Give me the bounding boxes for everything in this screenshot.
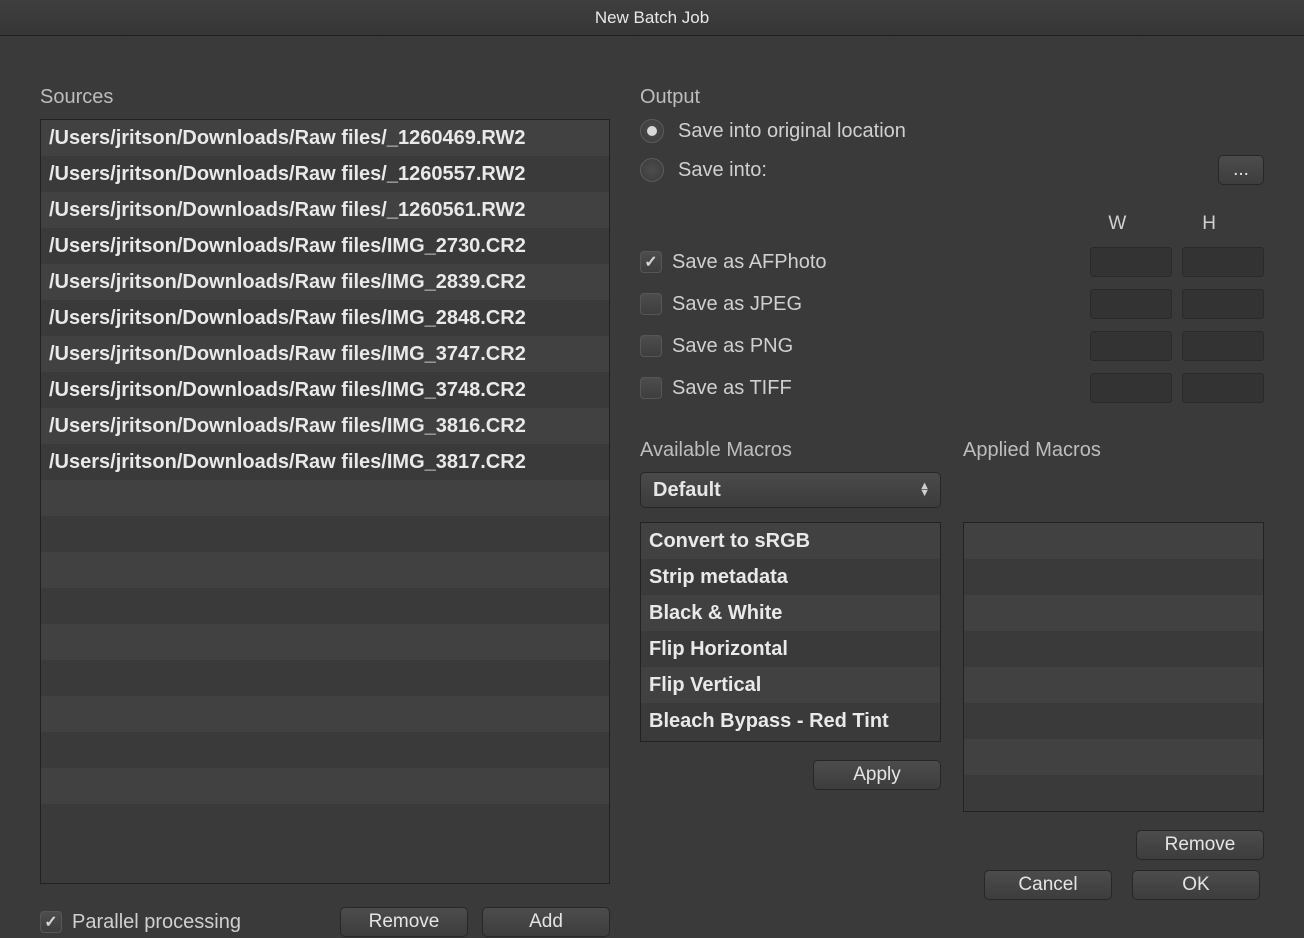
available-macro-item[interactable]: Convert to sRGB (641, 523, 940, 559)
checkmark-icon (640, 251, 662, 273)
height-input[interactable] (1182, 373, 1264, 403)
available-macro-item[interactable]: Flip Vertical (641, 667, 940, 703)
width-input[interactable] (1090, 373, 1172, 403)
source-file-row[interactable]: /Users/jritson/Downloads/Raw files/_1260… (41, 192, 609, 228)
source-file-row[interactable] (41, 552, 609, 588)
available-macros-list[interactable]: Convert to sRGBStrip metadataBlack & Whi… (640, 522, 941, 742)
source-file-row[interactable] (41, 516, 609, 552)
format-checkbox[interactable]: Save as AFPhoto (640, 251, 827, 274)
source-file-row[interactable] (41, 588, 609, 624)
applied-macro-item[interactable] (964, 595, 1263, 631)
radio-selected-icon (640, 119, 664, 143)
width-header: W (1108, 213, 1126, 235)
height-input[interactable] (1182, 289, 1264, 319)
source-file-row[interactable]: /Users/jritson/Downloads/Raw files/IMG_3… (41, 336, 609, 372)
checkbox-icon (640, 335, 662, 357)
available-macros-label: Available Macros (640, 439, 941, 462)
format-row: Save as PNG (640, 325, 1264, 367)
height-input[interactable] (1182, 331, 1264, 361)
ok-button[interactable]: OK (1132, 870, 1260, 900)
format-checkbox[interactable]: Save as PNG (640, 335, 793, 358)
macro-group-selected: Default (653, 479, 721, 502)
source-file-row[interactable] (41, 732, 609, 768)
macro-group-select[interactable]: Default ▲▼ (640, 472, 941, 508)
sources-label: Sources (40, 86, 610, 109)
format-label: Save as JPEG (672, 293, 802, 316)
source-file-row[interactable]: /Users/jritson/Downloads/Raw files/_1260… (41, 156, 609, 192)
applied-macro-item[interactable] (964, 739, 1263, 775)
available-macro-item[interactable]: Flip Horizontal (641, 631, 940, 667)
source-file-row[interactable]: /Users/jritson/Downloads/Raw files/IMG_3… (41, 408, 609, 444)
format-label: Save as TIFF (672, 377, 792, 400)
source-file-row[interactable] (41, 696, 609, 732)
width-input[interactable] (1090, 247, 1172, 277)
source-file-row[interactable]: /Users/jritson/Downloads/Raw files/IMG_2… (41, 264, 609, 300)
output-label: Output (640, 86, 1264, 109)
remove-macro-button[interactable]: Remove (1136, 830, 1264, 860)
checkbox-icon (640, 293, 662, 315)
source-file-row[interactable]: /Users/jritson/Downloads/Raw files/IMG_2… (41, 300, 609, 336)
applied-macro-item[interactable] (964, 631, 1263, 667)
cancel-button[interactable]: Cancel (984, 870, 1112, 900)
height-input[interactable] (1182, 247, 1264, 277)
save-original-radio[interactable]: Save into original location (640, 119, 1264, 143)
format-row: Save as JPEG (640, 283, 1264, 325)
checkmark-icon (40, 911, 62, 933)
window-titlebar: New Batch Job (0, 0, 1304, 36)
applied-macro-item[interactable] (964, 667, 1263, 703)
format-row: Save as AFPhoto (640, 241, 1264, 283)
source-file-row[interactable] (41, 660, 609, 696)
applied-macros-label: Applied Macros (963, 439, 1264, 462)
width-input[interactable] (1090, 289, 1172, 319)
source-file-row[interactable]: /Users/jritson/Downloads/Raw files/IMG_3… (41, 444, 609, 480)
format-label: Save as PNG (672, 335, 793, 358)
window-title: New Batch Job (595, 8, 709, 28)
sources-add-button[interactable]: Add (482, 907, 610, 937)
apply-macro-button[interactable]: Apply (813, 760, 941, 790)
save-into-radio[interactable]: Save into: (640, 158, 767, 182)
source-file-row[interactable] (41, 768, 609, 804)
parallel-processing-checkbox[interactable]: Parallel processing (40, 911, 241, 934)
source-file-row[interactable]: /Users/jritson/Downloads/Raw files/IMG_2… (41, 228, 609, 264)
available-macro-item[interactable]: Bleach Bypass - Red Tint (641, 703, 940, 739)
width-input[interactable] (1090, 331, 1172, 361)
height-header: H (1202, 213, 1216, 235)
source-file-row[interactable] (41, 804, 609, 840)
applied-macros-list[interactable] (963, 522, 1264, 812)
applied-macro-item[interactable] (964, 775, 1263, 811)
radio-icon (640, 158, 664, 182)
sources-list[interactable]: /Users/jritson/Downloads/Raw files/_1260… (40, 119, 610, 884)
applied-macro-item[interactable] (964, 703, 1263, 739)
checkbox-icon (640, 377, 662, 399)
format-label: Save as AFPhoto (672, 251, 827, 274)
parallel-processing-label: Parallel processing (72, 911, 241, 934)
format-checkbox[interactable]: Save as JPEG (640, 293, 802, 316)
save-original-label: Save into original location (678, 120, 906, 143)
applied-macro-item[interactable] (964, 523, 1263, 559)
source-file-row[interactable] (41, 624, 609, 660)
format-checkbox[interactable]: Save as TIFF (640, 377, 792, 400)
browse-button[interactable]: ... (1218, 155, 1264, 185)
available-macro-item[interactable]: Strip metadata (641, 559, 940, 595)
stepper-arrows-icon: ▲▼ (919, 483, 930, 497)
source-file-row[interactable] (41, 480, 609, 516)
applied-macro-item[interactable] (964, 559, 1263, 595)
source-file-row[interactable]: /Users/jritson/Downloads/Raw files/_1260… (41, 120, 609, 156)
sources-remove-button[interactable]: Remove (340, 907, 468, 937)
save-into-label: Save into: (678, 159, 767, 182)
source-file-row[interactable]: /Users/jritson/Downloads/Raw files/IMG_3… (41, 372, 609, 408)
format-row: Save as TIFF (640, 367, 1264, 409)
available-macro-item[interactable]: Black & White (641, 595, 940, 631)
